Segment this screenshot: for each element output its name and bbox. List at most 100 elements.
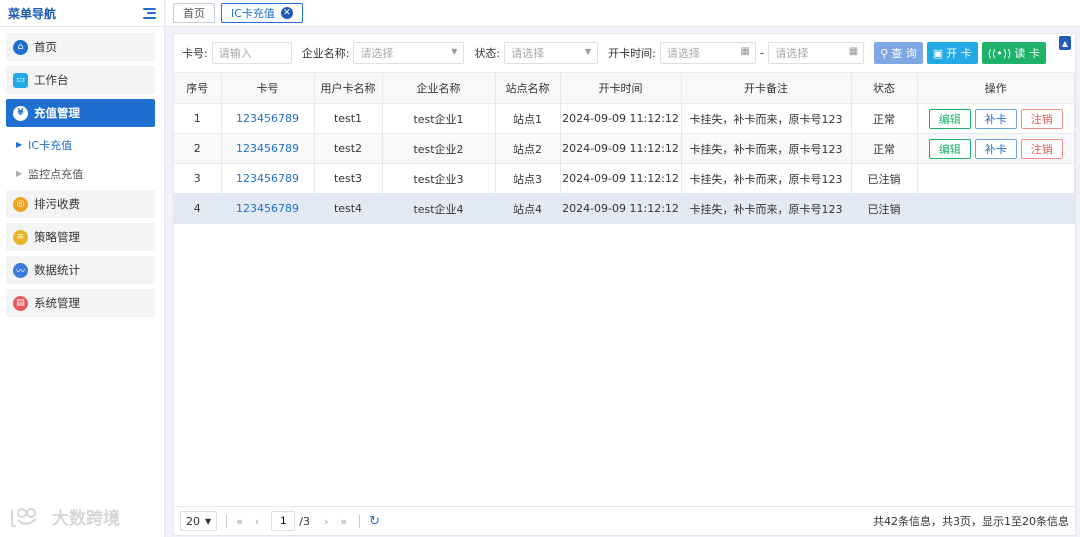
cell-remark: 卡挂失，补卡而来，原卡号123 <box>681 193 852 224</box>
cell-no: 3 <box>174 163 222 194</box>
refresh-icon[interactable]: ↻ <box>369 514 380 529</box>
cancel-card-button[interactable]: 注销 <box>1020 138 1063 159</box>
triangle-right-icon: ▶ <box>16 140 23 149</box>
date-range-separator: - <box>759 46 765 60</box>
cell-actions <box>917 193 1075 224</box>
sidebar-item-label: 充值管理 <box>34 106 80 120</box>
card-number-placeholder: 请输入 <box>218 47 252 60</box>
calendar-icon: ▦ <box>740 46 750 57</box>
cell-card-link[interactable]: 123456789 <box>221 193 315 224</box>
cell-name: test2 <box>314 133 383 164</box>
end-date-input[interactable]: 请选择 ▦ <box>768 42 865 64</box>
sidebar-subitem-ic-recharge[interactable]: ▶ IC卡充值 <box>6 132 155 157</box>
next-page-icon[interactable]: › <box>324 515 328 528</box>
company-select[interactable]: 请选择 ▼ <box>353 42 465 64</box>
pagination-bar: 20 ▼ « ‹ /3 › » ↻ 共42条信息，共3页，显示1至20条信息 <box>174 506 1075 535</box>
cell-site: 站点2 <box>495 133 561 164</box>
company-placeholder: 请选择 <box>360 47 394 60</box>
sidebar-item-system[interactable]: ▤ 系统管理 <box>6 289 155 317</box>
table-row[interactable]: 3 123456789 test3 test企业3 站点3 2024-09-09… <box>174 163 1075 194</box>
cell-card-link[interactable]: 123456789 <box>221 163 315 194</box>
sidebar-item-recharge[interactable]: ¥ 充值管理 <box>6 99 155 127</box>
reissue-card-button[interactable]: 补卡 <box>974 138 1017 159</box>
sidebar-item-label: 首页 <box>34 40 57 54</box>
monitor-icon: ▭ <box>13 72 28 88</box>
sidebar-item-statistics[interactable]: 〰 数据统计 <box>6 256 155 284</box>
prev-page-icon[interactable]: ‹ <box>255 515 259 528</box>
cell-company: test企业4 <box>382 193 496 224</box>
card-icon: ▣ <box>932 46 944 60</box>
status-placeholder: 请选择 <box>511 47 545 60</box>
main-panel: 卡号: 请输入 企业名称: 请选择 ▼ 状态: 请选择 ▼ 开卡时间: 请选择 … <box>173 33 1076 536</box>
signal-icon: ((•)) <box>987 46 1012 60</box>
sidebar-item-label: 工作台 <box>34 73 69 87</box>
sidebar-menu: ⌂ 首页 ▭ 工作台 ¥ 充值管理 ▶ IC卡充值 ▶ 监控点充值 ◎ 排污收费… <box>0 27 164 317</box>
column-header: 操作 <box>917 72 1075 104</box>
cell-card-link[interactable]: 123456789 <box>221 103 315 134</box>
cell-status: 正常 <box>851 103 918 134</box>
sidebar-subitem-monitor-recharge[interactable]: ▶ 监控点充值 <box>6 161 155 186</box>
watermark-text: 大数跨境 <box>52 509 120 529</box>
chevron-down-icon: ▼ <box>205 516 212 526</box>
column-header: 用户卡名称 <box>314 72 383 104</box>
page-number-input[interactable] <box>271 511 296 531</box>
table-row[interactable]: 2 123456789 test2 test企业2 站点2 2024-09-09… <box>174 133 1075 164</box>
query-button-label: 查 询 <box>891 47 917 60</box>
cell-actions: 编辑 补卡 注销 <box>917 133 1075 164</box>
chart-icon: 〰 <box>13 262 28 278</box>
open-card-button[interactable]: ▣ 开 卡 <box>926 42 978 64</box>
table-row[interactable]: 4 123456789 test4 test企业4 站点4 2024-09-09… <box>174 193 1075 224</box>
sidebar-item-label: 排污收费 <box>34 197 80 211</box>
table-row[interactable]: 1 123456789 test1 test企业1 站点1 2024-09-09… <box>174 103 1075 134</box>
cell-company: test企业1 <box>382 103 496 134</box>
cancel-card-button[interactable]: 注销 <box>1020 108 1063 129</box>
search-icon: ⚲ <box>880 46 889 60</box>
cell-site: 站点3 <box>495 163 561 194</box>
edit-button[interactable]: 编辑 <box>928 108 971 129</box>
status-label: 状态: <box>474 47 501 60</box>
first-page-icon[interactable]: « <box>236 515 243 528</box>
last-page-icon[interactable]: » <box>340 515 347 528</box>
cell-time: 2024-09-09 11:12:12 <box>560 163 682 194</box>
cell-company: test企业2 <box>382 133 496 164</box>
company-label: 企业名称: <box>301 47 350 60</box>
sidebar-item-label: 数据统计 <box>34 263 80 277</box>
cell-time: 2024-09-09 11:12:12 <box>560 133 682 164</box>
sidebar-subitem-label: 监控点充值 <box>28 167 84 181</box>
cell-name: test3 <box>314 163 383 194</box>
tab-ic-recharge[interactable]: IC卡充值 ✕ <box>221 3 303 23</box>
sidebar-item-sewage-fee[interactable]: ◎ 排污收费 <box>6 190 155 218</box>
sidebar-item-home[interactable]: ⌂ 首页 <box>6 33 155 61</box>
cell-name: test4 <box>314 193 383 224</box>
tabs-bar: 首页 IC卡充值 ✕ <box>166 0 1080 27</box>
watermark: 大数跨境 <box>8 504 120 529</box>
read-card-button[interactable]: ((•)) 读 卡 <box>981 42 1046 64</box>
edit-button[interactable]: 编辑 <box>928 138 971 159</box>
menu-toggle-icon[interactable] <box>143 7 156 19</box>
column-header: 序号 <box>174 72 222 104</box>
tab-home[interactable]: 首页 <box>173 3 215 23</box>
open-card-button-label: 开 卡 <box>946 47 972 60</box>
end-date-placeholder: 请选择 <box>775 47 809 60</box>
cell-status: 已注销 <box>851 163 918 194</box>
cell-actions: 编辑 补卡 注销 <box>917 103 1075 134</box>
cell-remark: 卡挂失，补卡而来，原卡号123 <box>681 163 852 194</box>
cell-card-link[interactable]: 123456789 <box>221 133 315 164</box>
coin-icon: ◎ <box>13 196 28 212</box>
sidebar-item-strategy[interactable]: ≡ 策略管理 <box>6 223 155 251</box>
cell-remark: 卡挂失，补卡而来，原卡号123 <box>681 103 852 134</box>
start-date-input[interactable]: 请选择 ▦ <box>659 42 756 64</box>
cell-status: 已注销 <box>851 193 918 224</box>
sidebar-item-workbench[interactable]: ▭ 工作台 <box>6 66 155 94</box>
status-select[interactable]: 请选择 ▼ <box>504 42 599 64</box>
reissue-card-button[interactable]: 补卡 <box>974 108 1017 129</box>
card-number-input[interactable]: 请输入 <box>211 42 292 64</box>
sidebar-header: 菜单导航 <box>0 0 164 27</box>
collapse-filter-icon[interactable]: ▲ <box>1059 36 1071 50</box>
page-size-select[interactable]: 20 ▼ <box>180 511 218 531</box>
calendar-icon: ▦ <box>848 46 859 57</box>
sidebar-title: 菜单导航 <box>8 6 57 21</box>
close-icon[interactable]: ✕ <box>280 7 293 19</box>
card-number-label: 卡号: <box>182 47 208 60</box>
query-button[interactable]: ⚲ 查 询 <box>874 42 923 64</box>
